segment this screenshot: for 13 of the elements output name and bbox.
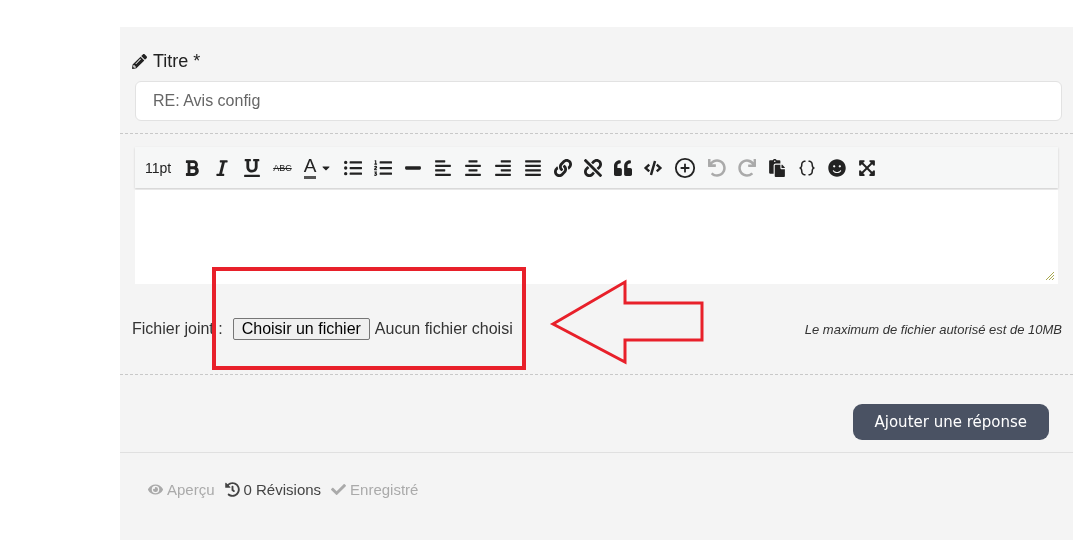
file-size-note: Le maximum de fichier autorisé est de 10MB <box>804 321 1062 337</box>
font-color-button[interactable]: A <box>303 156 317 179</box>
footer-label: Enregistré <box>350 481 419 498</box>
file-status: Aucun fichier choisi <box>374 320 513 338</box>
attachment-label: Fichier joint : <box>132 320 223 338</box>
footer-label: Aperçu <box>167 481 215 498</box>
footer-label: 0 Révisions <box>243 481 322 498</box>
font-size-selector[interactable]: 11pt <box>145 159 172 176</box>
strikethrough-button[interactable]: ABC <box>273 162 292 173</box>
title-label: Titre * <box>153 51 201 72</box>
submit-button[interactable]: Ajouter une réponse <box>852 404 1049 440</box>
choose-file-button[interactable]: Choisir un fichier <box>232 318 370 340</box>
title-input[interactable]: RE: Avis config <box>135 81 1062 121</box>
